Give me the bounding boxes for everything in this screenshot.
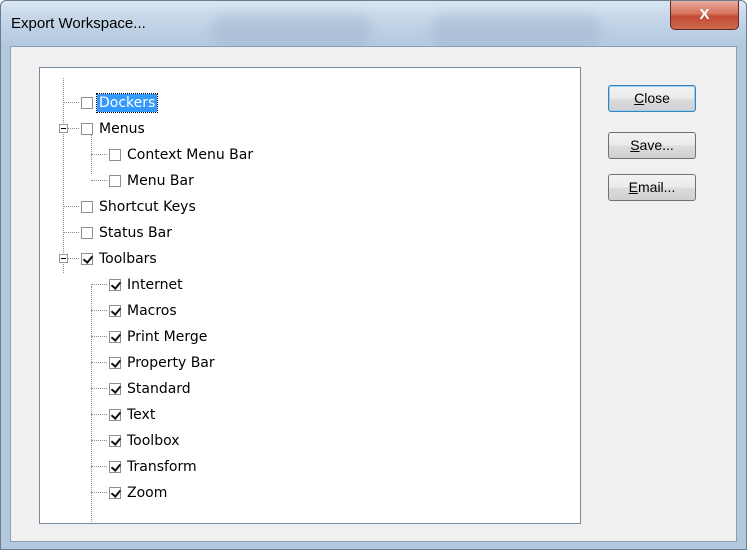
tree-item-label: Toolbars <box>99 251 157 267</box>
collapse-toolbars-icon[interactable] <box>59 254 68 263</box>
tree-item-label: Zoom <box>127 485 168 501</box>
checkbox[interactable] <box>109 487 121 499</box>
tree-line <box>91 284 107 285</box>
save-mnemonic: S <box>630 137 640 153</box>
tree-line <box>91 492 107 493</box>
tree-item-transform[interactable]: Transform <box>109 456 199 478</box>
export-workspace-dialog: Export Workspace... X Dockers Menus Cont… <box>0 0 747 550</box>
close-window-icon[interactable]: X <box>670 1 739 30</box>
checkbox[interactable] <box>109 149 121 161</box>
tree-item-property-bar[interactable]: Property Bar <box>109 352 217 374</box>
tree-item-status-bar[interactable]: Status Bar <box>81 222 174 244</box>
tree-item-menus[interactable]: Menus <box>81 118 147 140</box>
checkbox[interactable] <box>109 357 121 369</box>
tree-line <box>91 154 107 155</box>
tree-item-label: Text <box>127 407 156 423</box>
email-mnemonic: E <box>628 179 638 195</box>
checkbox[interactable] <box>109 461 121 473</box>
tree-line <box>91 466 107 467</box>
workspace-tree[interactable]: Dockers Menus Context Menu Bar Menu Bar … <box>39 67 581 524</box>
tree-item-text[interactable]: Text <box>109 404 157 426</box>
tree-item-print-merge[interactable]: Print Merge <box>109 326 209 348</box>
tree-line <box>63 78 64 273</box>
background-blur <box>211 15 371 45</box>
tree-item-label: Status Bar <box>99 225 173 241</box>
tree-item-label: Print Merge <box>127 329 208 345</box>
tree-item-macros[interactable]: Macros <box>109 300 179 322</box>
tree-item-label: Toolbox <box>127 433 180 449</box>
tree-line <box>91 414 107 415</box>
checkbox[interactable] <box>109 331 121 343</box>
tree-item-toolbars[interactable]: Toolbars <box>81 248 159 270</box>
tree-item-menu-bar[interactable]: Menu Bar <box>109 170 196 192</box>
tree-line <box>91 310 107 311</box>
tree-item-label: Standard <box>127 381 191 397</box>
email-button[interactable]: Email... <box>608 174 696 201</box>
save-label-rest: ave... <box>639 137 674 153</box>
tree-item-internet[interactable]: Internet <box>109 274 185 296</box>
tree-item-label: Dockers <box>95 93 159 113</box>
close-mnemonic: C <box>634 90 645 106</box>
tree-item-label: Internet <box>127 277 183 293</box>
tree-item-label: Context Menu Bar <box>127 147 254 163</box>
tree-item-standard[interactable]: Standard <box>109 378 193 400</box>
tree-item-dockers[interactable]: Dockers <box>81 92 159 114</box>
email-label-rest: mail... <box>638 179 676 195</box>
tree-item-toolbox[interactable]: Toolbox <box>109 430 182 452</box>
tree-line <box>63 232 79 233</box>
checkbox[interactable] <box>109 279 121 291</box>
checkbox[interactable] <box>109 175 121 187</box>
close-label-rest: lose <box>644 90 670 106</box>
dialog-client-area: Dockers Menus Context Menu Bar Menu Bar … <box>10 46 737 542</box>
tree-item-label: Shortcut Keys <box>99 199 196 215</box>
tree-item-label: Macros <box>127 303 177 319</box>
tree-item-context-menu-bar[interactable]: Context Menu Bar <box>109 144 255 166</box>
tree-item-label: Menus <box>99 121 145 137</box>
checkbox[interactable] <box>81 253 93 265</box>
tree-line <box>63 102 79 103</box>
title-bar[interactable]: Export Workspace... X <box>1 1 746 45</box>
checkbox[interactable] <box>109 409 121 421</box>
tree-item-label: Property Bar <box>127 355 215 371</box>
tree-line <box>91 336 107 337</box>
tree-line <box>91 362 107 363</box>
tree-line <box>63 206 79 207</box>
tree-item-zoom[interactable]: Zoom <box>109 482 169 504</box>
tree-line <box>91 440 107 441</box>
window-title: Export Workspace... <box>11 15 146 32</box>
checkbox[interactable] <box>109 435 121 447</box>
tree-item-shortcut-keys[interactable]: Shortcut Keys <box>81 196 198 218</box>
checkbox[interactable] <box>81 201 93 213</box>
tree-line <box>91 180 107 181</box>
collapse-menus-icon[interactable] <box>59 124 68 133</box>
checkbox[interactable] <box>109 383 121 395</box>
tree-item-label: Menu Bar <box>127 173 194 189</box>
tree-line <box>91 286 92 523</box>
checkbox[interactable] <box>81 123 93 135</box>
tree-item-label: Transform <box>127 459 197 475</box>
checkbox[interactable] <box>81 97 93 109</box>
checkbox[interactable] <box>109 305 121 317</box>
tree-line <box>91 388 107 389</box>
close-button[interactable]: Close <box>608 85 696 112</box>
save-button[interactable]: Save... <box>608 132 696 159</box>
background-blur <box>431 15 601 45</box>
checkbox[interactable] <box>81 227 93 239</box>
